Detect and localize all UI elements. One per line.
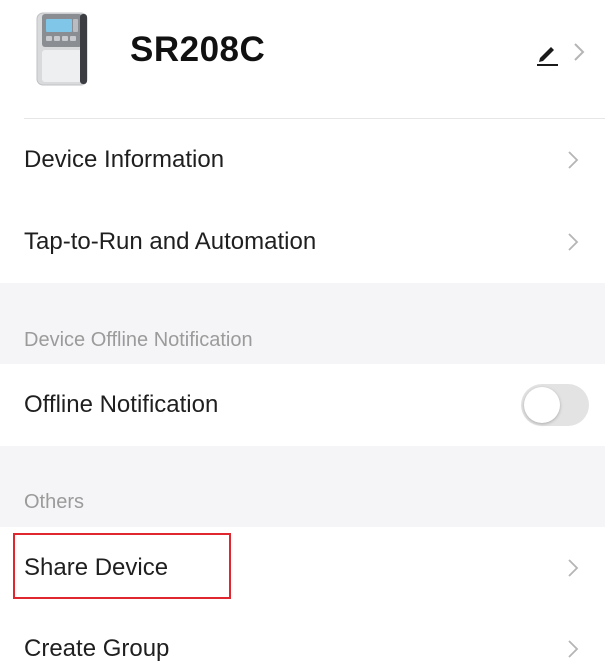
others-section-header: Others bbox=[0, 446, 605, 527]
highlight-box bbox=[13, 533, 231, 599]
create-group-row[interactable]: Create Group bbox=[0, 609, 605, 666]
chevron-right-icon bbox=[568, 233, 579, 251]
tap-to-run-label: Tap-to-Run and Automation bbox=[24, 228, 317, 255]
device-information-label: Device Information bbox=[24, 146, 225, 173]
controller-device-image bbox=[36, 12, 88, 86]
section-title: Others bbox=[24, 491, 85, 513]
tap-to-run-row[interactable]: Tap-to-Run and Automation bbox=[0, 201, 605, 283]
offline-section-header: Device Offline Notification bbox=[0, 283, 605, 364]
section-title: Device Offline Notification bbox=[24, 329, 253, 351]
toggle-knob bbox=[524, 387, 560, 423]
device-header: SR208C bbox=[0, 0, 605, 118]
offline-notification-row: Offline Notification bbox=[0, 364, 605, 446]
create-group-label: Create Group bbox=[24, 635, 170, 662]
chevron-right-icon bbox=[568, 151, 579, 169]
pencil-icon[interactable] bbox=[532, 38, 562, 68]
chevron-right-icon[interactable] bbox=[570, 38, 588, 66]
chevron-right-icon bbox=[568, 640, 579, 658]
offline-notification-toggle[interactable] bbox=[521, 384, 589, 426]
device-information-row[interactable]: Device Information bbox=[0, 119, 605, 201]
offline-notification-label: Offline Notification bbox=[24, 391, 219, 418]
device-name: SR208C bbox=[130, 30, 266, 69]
chevron-right-icon bbox=[568, 559, 579, 577]
